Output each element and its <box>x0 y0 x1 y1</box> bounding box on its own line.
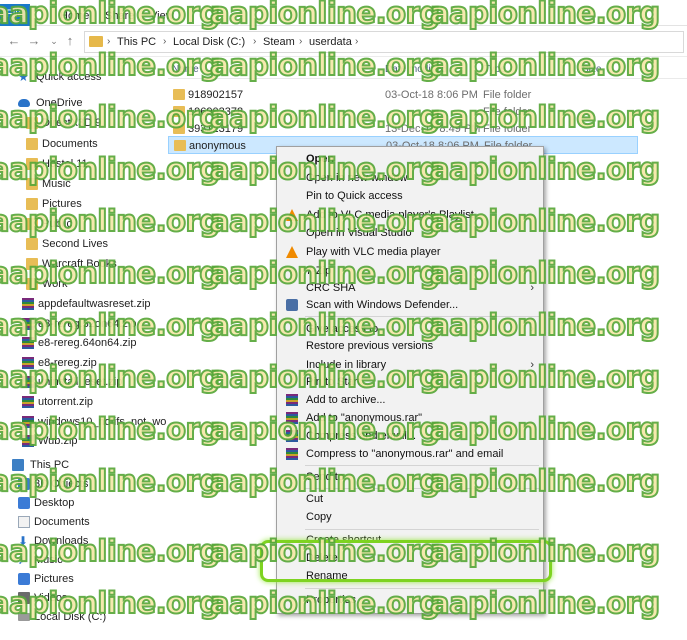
folder-icon <box>173 89 185 100</box>
menu-separator <box>305 316 539 317</box>
breadcrumb-this-pc[interactable]: This PC <box>117 36 156 48</box>
winrar-icon <box>286 394 298 406</box>
menu-item-copy[interactable]: Copy <box>278 507 542 527</box>
folder-icon <box>26 117 38 129</box>
folder-icon <box>26 258 38 270</box>
pictures-icon <box>18 573 30 585</box>
cloud-icon <box>18 99 30 107</box>
up-arrow-icon[interactable]: ↑ <box>62 33 78 49</box>
menu-separator <box>305 588 539 589</box>
menu-item-send-to[interactable]: Send to › <box>278 467 542 487</box>
menu-item-add-vlc-playlist[interactable]: Add to VLC media player's Playlist <box>278 205 542 225</box>
folder-icon <box>174 140 186 151</box>
zip-icon <box>22 396 34 408</box>
folder-icon <box>26 218 38 230</box>
zip-icon <box>22 376 34 388</box>
folder-icon <box>26 278 38 290</box>
tab-share[interactable]: Share <box>105 6 134 26</box>
download-icon: ⬇ <box>18 534 29 548</box>
desktop-icon <box>18 497 30 509</box>
zip-icon <box>22 416 34 428</box>
folder-icon <box>26 178 38 190</box>
watermark-text: aapionline.org <box>0 533 221 569</box>
folder-icon <box>173 106 185 117</box>
column-header-size[interactable]: Size <box>582 64 601 75</box>
breadcrumb-userdata[interactable]: userdata <box>309 36 352 48</box>
chevron-right-icon: › <box>299 36 303 47</box>
winrar-icon <box>286 448 298 460</box>
menu-item-scan-defender[interactable]: Scan with Windows Defender... <box>278 295 542 315</box>
winrar-icon <box>286 412 298 424</box>
chevron-right-icon: › <box>163 36 167 47</box>
menu-item-play-vlc[interactable]: Play with VLC media player <box>278 242 542 262</box>
pc-icon <box>12 459 24 471</box>
header-divider <box>168 78 687 79</box>
menu-item-open-visual-studio[interactable]: Open in Visual Studio <box>278 223 542 243</box>
folder-icon <box>26 158 38 170</box>
column-header-name[interactable]: Name <box>172 64 199 75</box>
folder-icon <box>26 198 38 210</box>
vlc-icon <box>286 246 298 258</box>
zip-icon <box>22 298 34 310</box>
breadcrumb-steam[interactable]: Steam <box>263 36 295 48</box>
zip-icon <box>22 435 34 447</box>
zip-icon <box>22 337 34 349</box>
menu-item-pin-start[interactable]: Pin to Start <box>278 372 542 392</box>
column-header-date[interactable]: Date modified <box>385 64 447 75</box>
music-icon: ♪ <box>18 553 24 567</box>
ribbon: File Home Share View <box>0 0 687 26</box>
chevron-right-icon: › <box>355 36 359 47</box>
menu-item-open[interactable]: Open <box>278 149 542 169</box>
list-item[interactable]: 196903378 File folder <box>168 103 638 121</box>
winrar-icon <box>286 430 298 442</box>
menu-item-pin-quick-access[interactable]: Pin to Quick access <box>278 186 542 206</box>
folder-icon <box>89 36 103 47</box>
column-header-type[interactable]: Type <box>484 64 506 75</box>
list-item[interactable]: 918902157 03-Oct-18 8:06 PM File folder <box>168 86 638 104</box>
folder-icon <box>26 138 38 150</box>
drive-icon <box>18 613 30 621</box>
menu-item-add-rar[interactable]: Add to "anonymous.rar" <box>278 408 542 428</box>
watermark-text: aapionline.org <box>0 585 221 621</box>
defender-icon <box>286 299 298 311</box>
video-icon <box>18 592 30 604</box>
menu-item-compress-rar-email[interactable]: Compress to "anonymous.rar" and email <box>278 444 542 464</box>
zip-icon <box>22 318 34 330</box>
star-icon: ★ <box>18 70 29 84</box>
document-icon <box>18 516 30 528</box>
chevron-right-icon: › <box>107 36 111 47</box>
menu-item-cut[interactable]: Cut <box>278 489 542 509</box>
chevron-right-icon: › <box>253 36 257 47</box>
menu-item-restore-versions[interactable]: Restore previous versions <box>278 336 542 356</box>
forward-arrow-icon[interactable]: → <box>26 33 42 49</box>
menu-item-properties[interactable]: Properties <box>278 590 542 610</box>
zip-icon <box>22 357 34 369</box>
tab-home[interactable]: Home <box>60 6 89 26</box>
menu-separator <box>305 465 539 466</box>
chevron-right-icon: › <box>530 471 534 483</box>
tab-view[interactable]: View <box>150 6 174 26</box>
address-bar[interactable]: › This PC › Local Disk (C:) › Steam › us… <box>84 31 684 53</box>
tab-file[interactable]: File <box>0 4 30 26</box>
breadcrumb-local-disk[interactable]: Local Disk (C:) <box>173 36 245 48</box>
menu-item-compress-email[interactable]: Compress and email... <box>278 426 542 446</box>
back-arrow-icon[interactable]: ← <box>6 33 22 49</box>
vlc-icon <box>286 209 298 221</box>
folder-icon <box>26 238 38 250</box>
delete-highlight-box <box>260 540 552 582</box>
navigation-bar: ← → ⌄ ↑ › This PC › Local Disk (C:) › St… <box>0 27 687 57</box>
menu-item-add-archive[interactable]: Add to archive... <box>278 390 542 410</box>
recent-chevron-icon[interactable]: ⌄ <box>46 33 62 49</box>
menu-item-open-new-window[interactable]: Open in new window <box>278 168 542 188</box>
folder-icon <box>173 123 185 134</box>
3d-objects-icon <box>18 478 30 490</box>
